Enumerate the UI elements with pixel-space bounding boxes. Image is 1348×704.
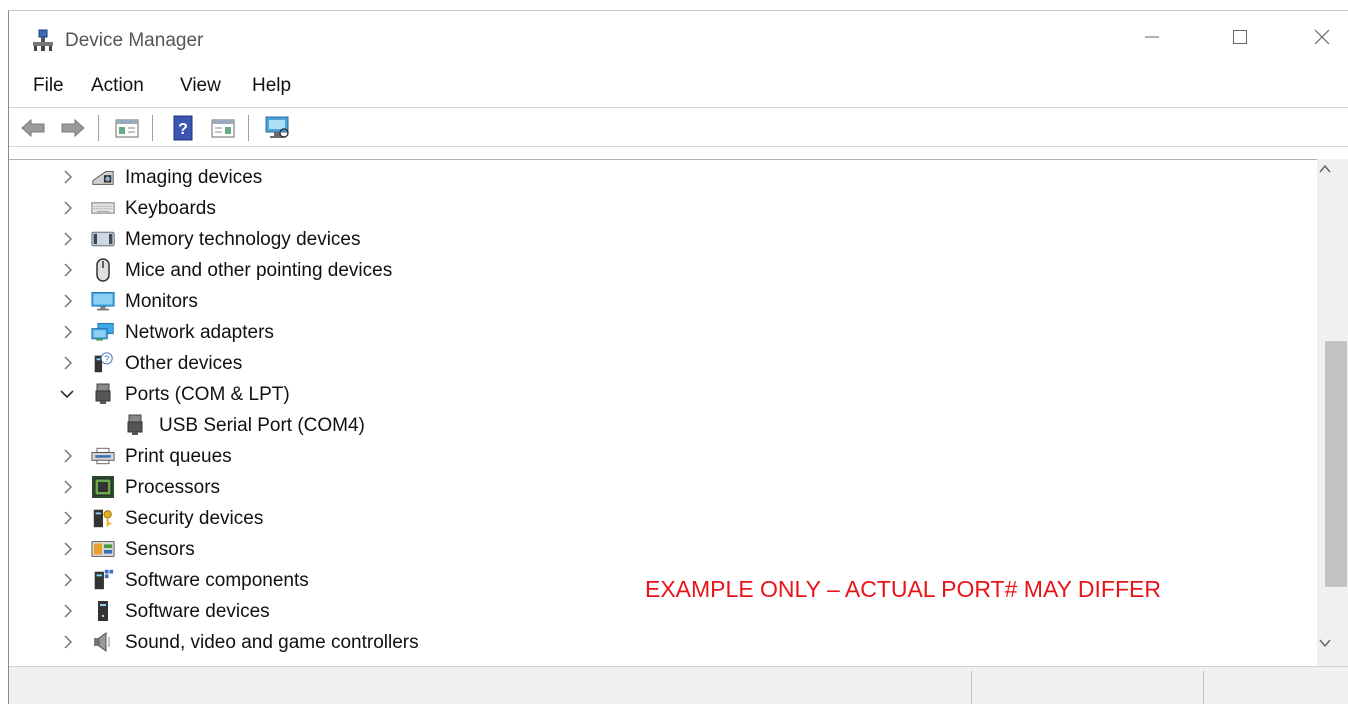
- scan-hardware-monitor-icon[interactable]: [263, 114, 291, 142]
- tree-item-label: Print queues: [125, 446, 232, 467]
- mouse-icon: [91, 258, 115, 282]
- scroll-down-arrow-icon[interactable]: [1318, 636, 1332, 650]
- svg-text:?: ?: [104, 354, 109, 364]
- tree-item-label: Processors: [125, 477, 221, 498]
- device-manager-app-icon: [31, 28, 55, 52]
- chevron-right-icon[interactable]: [61, 604, 75, 618]
- port-icon: [91, 383, 115, 405]
- tree-item-label: USB Serial Port (COM4): [159, 415, 365, 436]
- menu-file[interactable]: File: [33, 75, 64, 97]
- forward-arrow-icon[interactable]: [59, 114, 87, 142]
- properties-pane-icon[interactable]: [209, 114, 237, 142]
- tree-item-label: Keyboards: [125, 198, 216, 219]
- tree-item-network-adapters[interactable]: Network adapters: [9, 317, 909, 348]
- tree-item-label: Monitors: [125, 291, 198, 312]
- toolbar-separator: [152, 115, 153, 141]
- chevron-right-icon[interactable]: [61, 573, 75, 587]
- chevron-right-icon[interactable]: [61, 263, 75, 277]
- tree-item-processors[interactable]: Processors: [9, 472, 909, 503]
- tree-item-print-queues[interactable]: Print queues: [9, 441, 909, 472]
- tree-item-label: Ports (COM & LPT): [125, 384, 290, 405]
- software-component-icon: [91, 569, 115, 591]
- monitor-icon: [91, 290, 115, 312]
- menu-bar: File Action View Help: [9, 69, 1348, 103]
- tree-item-label: Imaging devices: [125, 167, 263, 188]
- toolbar-separator: [98, 115, 99, 141]
- tree-item-label: Software devices: [125, 601, 270, 622]
- port-number-annotation: EXAMPLE ONLY – ACTUAL PORT# MAY DIFFER: [645, 576, 1161, 602]
- window-title: Device Manager: [65, 30, 204, 51]
- sensor-icon: [91, 538, 115, 560]
- close-button[interactable]: [1297, 17, 1347, 57]
- toolbar: ?: [9, 107, 1348, 147]
- chevron-right-icon[interactable]: [61, 542, 75, 556]
- network-adapter-icon: [91, 321, 115, 343]
- tree-item-sound-video-game-controllers[interactable]: Sound, video and game controllers: [9, 627, 909, 658]
- show-hide-console-tree-icon[interactable]: [113, 114, 141, 142]
- tree-item-sensors[interactable]: Sensors: [9, 534, 909, 565]
- menu-view[interactable]: View: [180, 75, 221, 97]
- tree-item-label: Software components: [125, 570, 309, 591]
- tree-item-label: Memory technology devices: [125, 229, 361, 250]
- svg-text:?: ?: [178, 121, 188, 138]
- chevron-right-icon[interactable]: [61, 480, 75, 494]
- tree-item-label: Other devices: [125, 353, 243, 374]
- chevron-right-icon[interactable]: [61, 356, 75, 370]
- keyboard-icon: [91, 197, 115, 219]
- speaker-icon: [91, 631, 115, 653]
- tree-item-imaging-devices[interactable]: Imaging devices: [9, 162, 909, 193]
- chevron-right-icon[interactable]: [61, 232, 75, 246]
- security-key-icon: [91, 507, 115, 529]
- status-bar-divider: [1203, 671, 1204, 704]
- status-bar: [9, 666, 1348, 704]
- software-device-icon: [91, 600, 115, 622]
- chevron-right-icon[interactable]: [61, 170, 75, 184]
- tree-item-other-devices[interactable]: ? Other devices: [9, 348, 909, 379]
- help-icon[interactable]: ?: [169, 114, 197, 142]
- toolbar-separator: [248, 115, 249, 141]
- processor-icon: [91, 476, 115, 498]
- tree-item-ports-com-lpt[interactable]: Ports (COM & LPT): [9, 379, 909, 410]
- unknown-device-icon: ?: [91, 352, 115, 374]
- chevron-right-icon[interactable]: [61, 635, 75, 649]
- tree-item-memory-technology-devices[interactable]: Memory technology devices: [9, 224, 909, 255]
- memory-card-icon: [91, 228, 115, 250]
- menu-help[interactable]: Help: [252, 75, 291, 97]
- tree-item-monitors[interactable]: Monitors: [9, 286, 909, 317]
- scrollbar-thumb[interactable]: [1325, 341, 1347, 587]
- tree-item-label: Sound, video and game controllers: [125, 632, 419, 653]
- title-bar[interactable]: Device Manager: [9, 11, 1348, 61]
- scroll-up-arrow-icon[interactable]: [1318, 162, 1332, 176]
- tree-item-label: Security devices: [125, 508, 264, 529]
- tree-item-security-devices[interactable]: Security devices: [9, 503, 909, 534]
- back-arrow-icon[interactable]: [19, 114, 47, 142]
- tree-item-mice-and-other-pointing-devices[interactable]: Mice and other pointing devices: [9, 255, 909, 286]
- minimize-button[interactable]: [1127, 17, 1177, 57]
- chevron-down-icon[interactable]: [60, 387, 74, 401]
- chevron-right-icon[interactable]: [61, 449, 75, 463]
- chevron-right-icon[interactable]: [61, 511, 75, 525]
- status-bar-divider: [971, 671, 972, 704]
- maximize-button[interactable]: [1215, 17, 1265, 57]
- chevron-right-icon[interactable]: [61, 201, 75, 215]
- menu-action[interactable]: Action: [91, 75, 144, 97]
- chevron-right-icon[interactable]: [61, 294, 75, 308]
- printer-icon: [91, 445, 115, 467]
- chevron-right-icon[interactable]: [61, 325, 75, 339]
- tree-item-label: Sensors: [125, 539, 195, 560]
- tree-item-label: Mice and other pointing devices: [125, 260, 393, 281]
- tree-item-label: Network adapters: [125, 322, 274, 343]
- port-icon: [123, 414, 147, 436]
- camera-icon: [91, 166, 115, 188]
- tree-item-usb-serial-port-com4[interactable]: USB Serial Port (COM4): [9, 410, 909, 441]
- tree-item-keyboards[interactable]: Keyboards: [9, 193, 909, 224]
